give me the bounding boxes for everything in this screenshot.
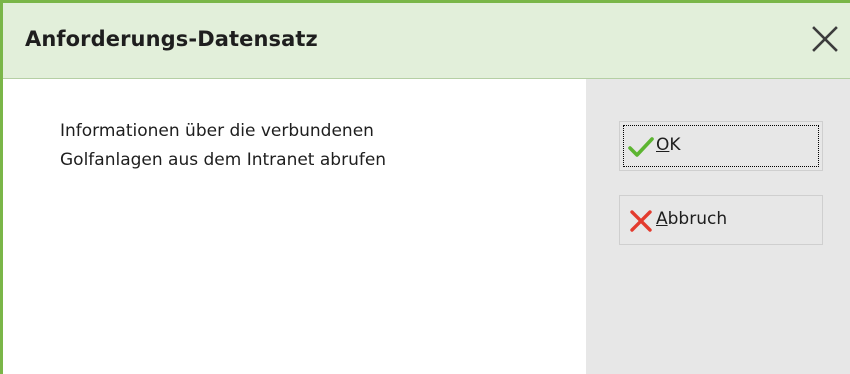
message-area: Informationen über die verbundenen Golfa… <box>3 79 586 374</box>
title-bar: Anforderungs-Datensatz <box>3 3 850 79</box>
request-record-dialog: Anforderungs-Datensatz Informationen übe… <box>0 0 850 374</box>
close-icon <box>812 26 838 52</box>
x-cross-icon <box>630 210 652 232</box>
ok-button[interactable]: OK <box>619 121 823 171</box>
cancel-button-label: Abbruch <box>656 209 727 229</box>
cancel-label-rest: bbruch <box>667 209 728 229</box>
ok-label-rest: K <box>669 135 681 155</box>
message-text: Informationen über die verbundenen Golfa… <box>60 117 386 175</box>
ok-button-label: OK <box>656 135 681 155</box>
ok-mnemonic: O <box>656 135 670 155</box>
checkmark-icon <box>628 137 654 157</box>
close-button[interactable] <box>803 17 847 61</box>
message-line: Golfanlagen aus dem Intranet abrufen <box>60 150 387 170</box>
cancel-mnemonic: A <box>656 209 668 229</box>
message-line: Informationen über die verbundenen <box>60 121 374 141</box>
dialog-title: Anforderungs-Datensatz <box>25 27 318 51</box>
cancel-button[interactable]: Abbruch <box>619 195 823 245</box>
button-panel: OK Abbruch <box>586 79 850 374</box>
